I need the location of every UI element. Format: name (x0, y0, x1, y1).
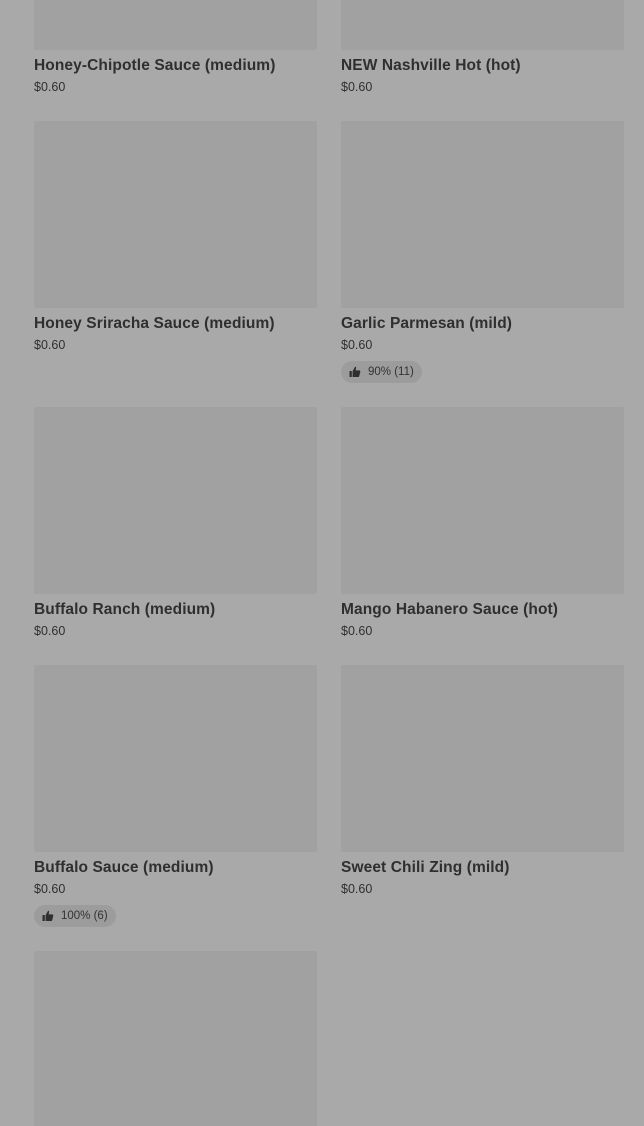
menu-item-price: $0.60 (34, 882, 66, 896)
menu-item-image[interactable] (341, 121, 624, 308)
menu-item-name: Buffalo Sauce (medium) (34, 859, 214, 876)
rating-value: 100% (6) (61, 910, 108, 922)
rating-badge: 90% (11) (341, 361, 422, 383)
thumbs-up-icon (42, 910, 54, 922)
menu-item-card[interactable]: Garlic Parmesan (mild) $0.60 90% (11) (341, 121, 624, 383)
menu-item-image[interactable] (34, 0, 317, 50)
menu-item-card[interactable]: Buffalo Ranch (medium) $0.60 (34, 407, 317, 639)
menu-item-image[interactable] (341, 407, 624, 594)
thumbs-up-icon (349, 366, 361, 378)
menu-item-price: $0.60 (341, 624, 373, 638)
menu-item-card[interactable]: NEW Nashville Hot (hot) $0.60 (341, 0, 624, 95)
menu-item-price: $0.60 (341, 338, 373, 352)
menu-item-name: Garlic Parmesan (mild) (341, 315, 513, 332)
menu-item-name: Buffalo Ranch (medium) (34, 601, 216, 618)
rating-badge: 100% (6) (34, 905, 116, 927)
menu-item-name: Honey Sriracha Sauce (medium) (34, 315, 275, 332)
menu-item-name: Mango Habanero Sauce (hot) (341, 601, 559, 618)
menu-item-card[interactable] (34, 951, 317, 1126)
menu-item-image[interactable] (34, 665, 317, 852)
rating-value: 90% (11) (368, 366, 414, 378)
menu-item-image[interactable] (341, 665, 624, 852)
menu-item-card[interactable]: Sweet Chili Zing (mild) $0.60 (341, 665, 624, 897)
menu-item-image[interactable] (341, 0, 624, 50)
menu-item-card[interactable]: Honey-Chipotle Sauce (medium) $0.60 (34, 0, 317, 95)
menu-item-card[interactable]: Honey Sriracha Sauce (medium) $0.60 (34, 121, 317, 353)
menu-item-grid: Honey-Chipotle Sauce (medium) $0.60 NEW … (0, 0, 644, 1126)
menu-item-card[interactable]: Buffalo Sauce (medium) $0.60 100% (6) (34, 665, 317, 927)
menu-item-image[interactable] (34, 951, 317, 1126)
menu-item-image[interactable] (34, 121, 317, 308)
menu-item-price: $0.60 (341, 882, 373, 896)
menu-item-name: Honey-Chipotle Sauce (medium) (34, 57, 276, 74)
menu-item-price: $0.60 (34, 624, 66, 638)
menu-item-name: NEW Nashville Hot (hot) (341, 57, 521, 74)
menu-item-name: Sweet Chili Zing (mild) (341, 859, 510, 876)
menu-item-card[interactable]: Mango Habanero Sauce (hot) $0.60 (341, 407, 624, 639)
menu-item-price: $0.60 (34, 338, 66, 352)
menu-item-image[interactable] (34, 407, 317, 594)
menu-item-price: $0.60 (34, 80, 66, 94)
menu-item-price: $0.60 (341, 80, 373, 94)
